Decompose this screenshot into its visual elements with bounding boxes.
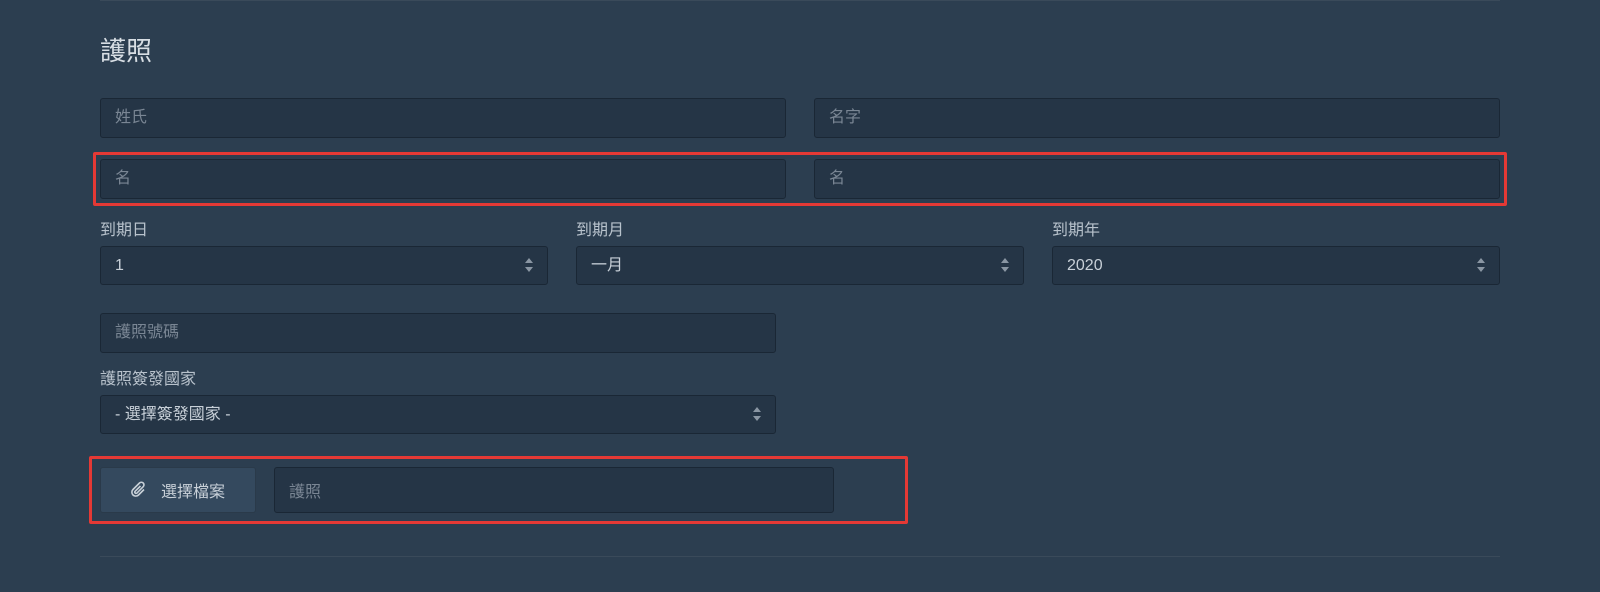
name1-input[interactable] (100, 159, 786, 199)
divider-top (100, 0, 1500, 1)
section-title: 護照 (100, 31, 1500, 68)
expiry-month-label: 到期月 (576, 216, 1024, 240)
issuing-country-wrap: 護照簽發國家 - 選擇簽發國家 - (100, 365, 776, 434)
issuing-country-label: 護照簽發國家 (100, 365, 776, 389)
expiry-year-label: 到期年 (1052, 216, 1500, 240)
highlight-names (93, 152, 1507, 206)
expiry-month-select[interactable]: 一月 (576, 246, 1024, 285)
name2-input[interactable] (814, 159, 1500, 199)
givenname-input[interactable] (814, 98, 1500, 138)
passport-number-input[interactable] (100, 313, 776, 353)
paperclip-icon (131, 481, 147, 499)
choose-file-button[interactable]: 選擇檔案 (100, 467, 256, 513)
expiry-day-select[interactable]: 1 (100, 246, 548, 285)
name-row-1 (100, 98, 1500, 138)
passport-number-wrap (100, 313, 776, 353)
divider-bottom (100, 556, 1500, 557)
expiry-row: 到期日 1 到期月 一月 到期年 2020 (100, 216, 1500, 285)
file-display: 護照 (274, 467, 834, 513)
expiry-year-select[interactable]: 2020 (1052, 246, 1500, 285)
surname-input[interactable] (100, 98, 786, 138)
issuing-country-select[interactable]: - 選擇簽發國家 - (100, 395, 776, 434)
highlight-file-upload: 選擇檔案 護照 (89, 456, 908, 524)
choose-file-label: 選擇檔案 (161, 478, 225, 502)
expiry-day-label: 到期日 (100, 216, 548, 240)
